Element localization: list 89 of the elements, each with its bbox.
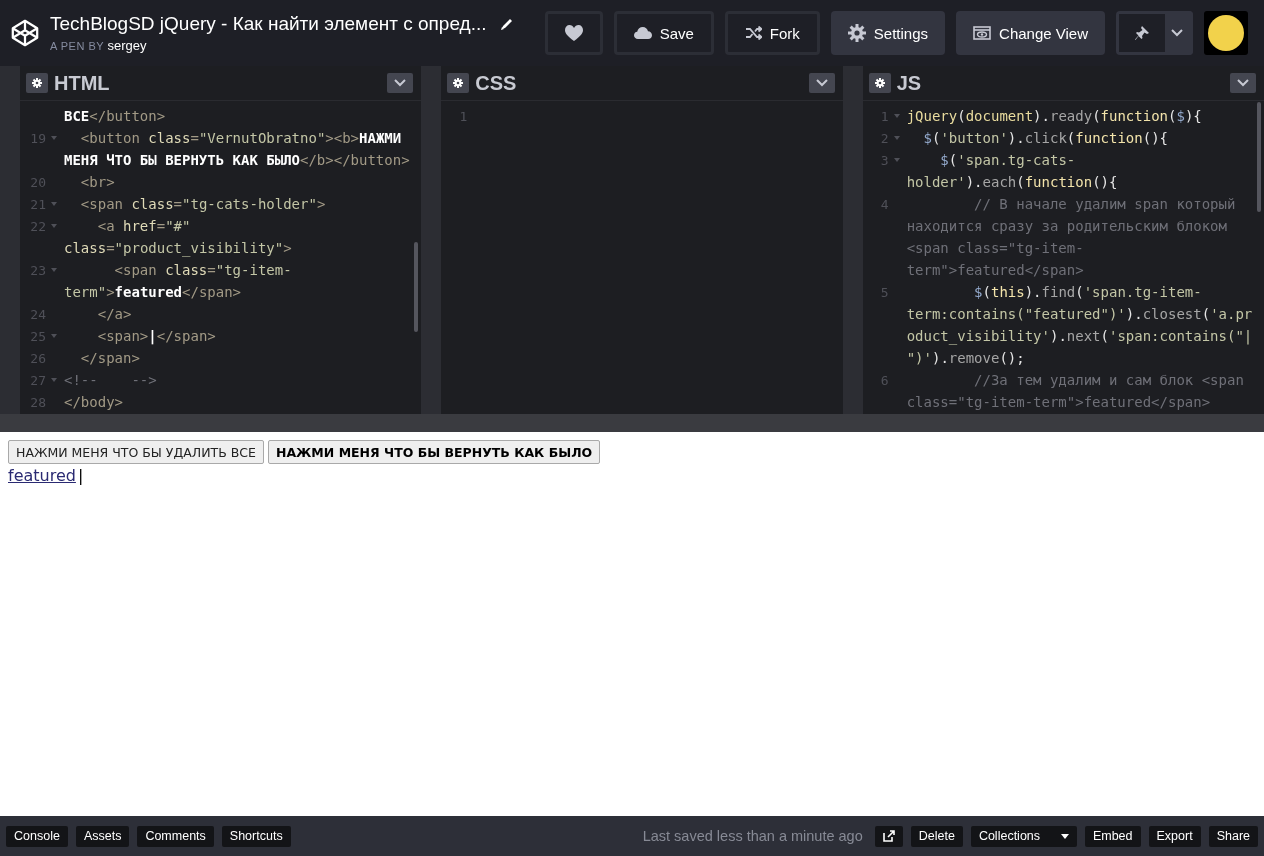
- fork-button[interactable]: Fork: [724, 11, 820, 55]
- change-view-button[interactable]: Change View: [956, 11, 1105, 55]
- settings-icon: [847, 24, 866, 42]
- code-line: <button class="VernutObratno"><b>НАЖМИ: [79, 130, 402, 146]
- separator-text: |: [77, 466, 84, 485]
- footer-tab-button[interactable]: Console: [6, 825, 68, 847]
- pen-byline: A PEN BY sergey: [50, 38, 148, 53]
- chevron-down-icon: [394, 79, 407, 87]
- fold-arrow-icon[interactable]: [51, 378, 57, 382]
- code-line: holder').each(function(){: [906, 174, 1118, 190]
- fold-arrow-icon[interactable]: [893, 114, 900, 118]
- love-button[interactable]: [544, 11, 603, 55]
- code-line: ")').remove();: [906, 350, 1025, 366]
- code-line: <!-- -->: [64, 372, 157, 388]
- collections-dropdown[interactable]: Collections: [970, 825, 1077, 847]
- code-line: <br>: [79, 174, 115, 190]
- featured-link[interactable]: featured: [8, 466, 76, 485]
- chevron-down-icon: [815, 79, 828, 87]
- save-status: Last saved less than a minute ago: [641, 828, 863, 844]
- footer-button[interactable]: Export: [1148, 825, 1201, 847]
- window-eye-icon: [973, 26, 992, 40]
- code-line: jQuery(document).ready(function($){: [906, 108, 1202, 124]
- page-button[interactable]: НАЖМИ МЕНЯ ЧТО БЫ УДАЛИТЬ ВСЕ: [8, 440, 264, 464]
- code-line: oduct_visibility').next('span:contains("|: [906, 328, 1253, 344]
- heart-icon: [564, 25, 583, 41]
- footer-button[interactable]: Delete: [910, 825, 963, 847]
- fork-icon: [744, 26, 762, 40]
- code-line: <span class="tg-item-: [906, 240, 1084, 256]
- save-button[interactable]: Save: [613, 11, 714, 55]
- code-line: <span class="tg-item-: [113, 262, 292, 278]
- pencil-icon: [500, 17, 514, 31]
- editor-title: HTML: [54, 71, 111, 95]
- code-line: <a href="#": [96, 218, 191, 234]
- footer-tab-button[interactable]: Assets: [75, 825, 130, 847]
- footer-button[interactable]: Share: [1208, 825, 1258, 847]
- avatar-icon: [1207, 14, 1245, 52]
- settings-icon: [453, 78, 464, 88]
- fold-arrow-icon[interactable]: [51, 202, 57, 206]
- fold-arrow-icon[interactable]: [893, 158, 900, 162]
- code-line: <span class="tg-cats-holder">: [79, 196, 326, 212]
- code-line: // В начале удалим span который: [973, 196, 1236, 212]
- settings-button[interactable]: Settings: [830, 11, 946, 55]
- external-link-icon: [882, 830, 895, 842]
- code-line: term">featured</span>: [906, 262, 1084, 278]
- code-line: //За тем удалим и сам блок <span: [973, 372, 1244, 388]
- collapse-button[interactable]: [387, 73, 414, 93]
- code-line: <span>|</span>: [96, 328, 216, 344]
- code-line: $('button').click(function(){: [922, 130, 1168, 146]
- code-line: class="product_visibility">: [64, 240, 292, 256]
- caret-icon: [1060, 833, 1069, 839]
- pin-icon: [1135, 26, 1149, 40]
- fold-arrow-icon[interactable]: [51, 136, 57, 140]
- editor-title: JS: [896, 71, 923, 95]
- code-line: term">featured</span>: [64, 284, 242, 300]
- footer-button[interactable]: Embed: [1084, 825, 1141, 847]
- fold-arrow-icon[interactable]: [51, 268, 57, 272]
- collapse-button[interactable]: [1230, 73, 1256, 93]
- code-line: $('span.tg-cats-: [939, 152, 1076, 168]
- fold-arrow-icon[interactable]: [51, 334, 57, 338]
- cloud-icon: [633, 26, 652, 40]
- fold-arrow-icon[interactable]: [893, 136, 900, 140]
- logo-icon: [10, 18, 40, 48]
- code-line: </a>: [96, 306, 132, 322]
- settings-icon: [32, 78, 42, 88]
- footer-tab-button[interactable]: Comments: [137, 825, 214, 847]
- open-external-button[interactable]: [874, 825, 903, 847]
- chevron-down-icon: [1237, 79, 1249, 87]
- settings-icon: [874, 78, 885, 88]
- pin-button[interactable]: [1119, 14, 1165, 52]
- code-line: term:contains("featured")').closest('a.pr: [906, 306, 1253, 322]
- collapse-button[interactable]: [808, 73, 835, 93]
- fold-arrow-icon[interactable]: [51, 224, 57, 228]
- editor-settings-button[interactable]: [26, 73, 48, 93]
- footer-tab-button[interactable]: Shortcuts: [221, 825, 291, 847]
- code-line: $(this).find('span.tg-item-: [973, 284, 1202, 300]
- code-line: находится сразу за родительским блоком: [906, 218, 1227, 234]
- code-line: МЕНЯ ЧТО БЫ ВЕРНУТЬ КАК БЫЛО</b></button>: [64, 152, 410, 168]
- code-line: </span>: [79, 350, 140, 366]
- code-line: </body>: [64, 394, 123, 410]
- editor-settings-button[interactable]: [868, 73, 891, 93]
- page-button[interactable]: НАЖМИ МЕНЯ ЧТО БЫ ВЕРНУТЬ КАК БЫЛО: [267, 440, 601, 464]
- chevron-down-icon: [1171, 29, 1183, 37]
- scrollbar[interactable]: [414, 242, 419, 332]
- editor-settings-button[interactable]: [447, 73, 470, 93]
- scrollbar[interactable]: [1257, 102, 1261, 212]
- pen-title: TechBlogSD jQuery - Как найти элемент с опред...: [50, 13, 487, 35]
- code-line: class="tg-item-term">featured</span>: [906, 394, 1211, 410]
- editor-title: CSS: [475, 71, 518, 95]
- code-line: ВСЕ</button>: [64, 108, 166, 124]
